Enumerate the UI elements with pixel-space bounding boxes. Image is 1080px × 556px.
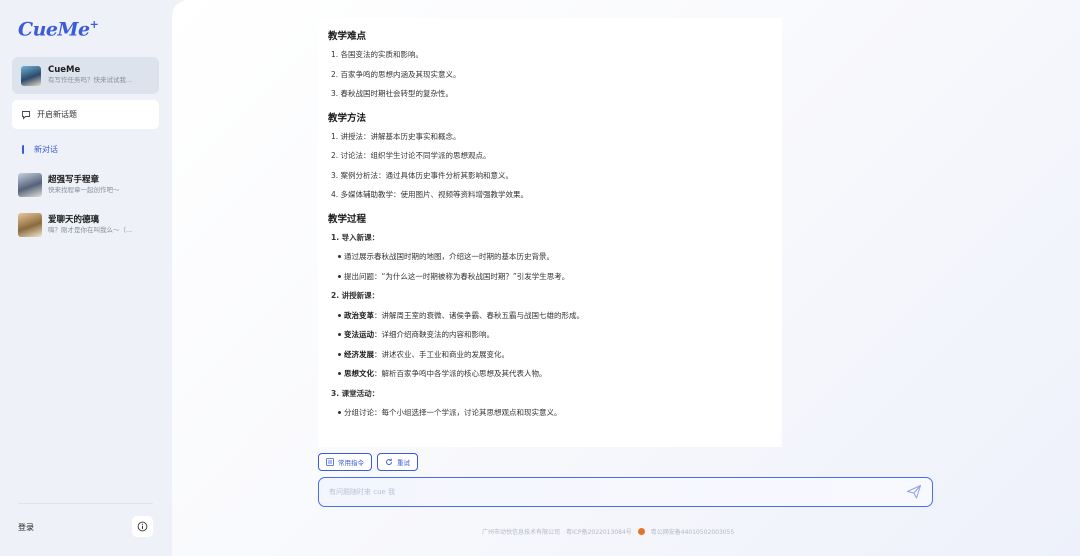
icp-link[interactable]: 粤ICP备2022013084号: [566, 527, 632, 536]
new-topic-label: 开启新话题: [37, 110, 77, 119]
list-item: 2. 讨论法：组织学生讨论不同学派的思想观点。: [331, 151, 491, 160]
sidebar-divider: [18, 503, 153, 504]
refresh-icon: [386, 458, 392, 465]
chat-name: CueMe: [48, 65, 81, 76]
new-topic-icon: [22, 110, 30, 120]
commands-icon: [326, 458, 334, 466]
new-topic-button[interactable]: 开启新话题: [12, 100, 159, 129]
agent-subtitle: 嗨？刚才是你在叫我么～（...: [48, 225, 133, 234]
list-item: 3. 课堂活动：: [331, 388, 380, 398]
agent-name: 爱聊天的德璃: [48, 214, 100, 225]
main-panel: 教学难点 1. 各国变法的实质和影响。 2. 百家争鸣的思想内涵及其现实意义。 …: [172, 0, 1080, 556]
action-buttons: 常用指令 重试: [318, 453, 418, 471]
response-message: 教学难点 1. 各国变法的实质和影响。 2. 百家争鸣的思想内涵及其现实意义。 …: [318, 18, 782, 447]
section-title: 教学难点: [328, 31, 367, 42]
list-item: 1. 导入新课：: [331, 232, 380, 242]
info-icon: [137, 521, 148, 532]
list-item: 1. 讲授法：讲解基本历史事实和概念。: [331, 131, 461, 141]
chat-subtitle: 有写作任务吗？快来试试我...: [48, 76, 133, 85]
list-item: 3. 春秋战国时期社会转型的复杂性。: [331, 89, 454, 98]
list-item: 1. 各国变法的实质和影响。: [331, 50, 424, 59]
retry-button[interactable]: 重试: [377, 453, 418, 471]
police-link[interactable]: 粤公网安备44010502003055: [651, 527, 734, 536]
send-icon[interactable]: [906, 484, 922, 500]
login-link[interactable]: 登录: [18, 522, 34, 533]
common-commands-button[interactable]: 常用指令: [318, 453, 372, 471]
list-item: 2. 讲授新课：: [331, 291, 380, 300]
bullet-item: 提出问题：“为什么这一时期被称为春秋战国时期？”引发学生思考。: [328, 272, 782, 281]
bullet-item: 思想文化：解析百家争鸣中各学派的核心思想及其代表人物。: [328, 370, 782, 378]
info-button[interactable]: [132, 516, 153, 537]
chat-input-box: [318, 477, 933, 507]
cueme-avatar: [21, 65, 41, 86]
section-title: 教学过程: [328, 213, 367, 225]
bullet-item: 分组讨论：每个小组选择一个学派，讨论其思想观点和现实意义。: [328, 409, 782, 417]
current-chat-item[interactable]: CueMe 有写作任务吗？快来试试我...: [12, 57, 159, 94]
active-indicator: [22, 145, 24, 154]
bullet-item: 变法运动：详细介绍商鞅变法的内容和影响。: [328, 331, 782, 339]
new-chat-link[interactable]: 新对话: [22, 144, 58, 155]
bullet-item: 政治变革：讲解周王室的衰微、诸侯争霸、春秋五霸与战国七雄的形成。: [328, 311, 782, 320]
agent-item-writer[interactable]: 超强写手程章 快来找程章一起创作吧～: [18, 173, 120, 197]
bullet-item: 通过展示春秋战国时期的地图，介绍这一时期的基本历史背景。: [328, 253, 782, 261]
agent-item-chatter[interactable]: 爱聊天的德璃 嗨？刚才是你在叫我么～（...: [18, 213, 132, 237]
chatter-avatar: [18, 213, 42, 237]
company-name: 广州市动悦信息技术有限公司: [482, 529, 561, 536]
agent-name: 超强写手程章: [48, 174, 100, 185]
writer-avatar: [18, 173, 42, 197]
footer: 广州市动悦信息技术有限公司 粤ICP备2022013084号 粤公网安备4401…: [482, 527, 734, 536]
list-item: 4. 多媒体辅助教学：使用图片、视频等资料增强教学效果。: [331, 190, 529, 199]
cueme-logo[interactable]: CueMe+: [18, 18, 99, 40]
bullet-item: 经济发展：讲述农业、手工业和商业的发展变化。: [328, 350, 782, 359]
list-item: 2. 百家争鸣的思想内涵及其现实意义。: [331, 69, 461, 79]
sidebar: CueMe+ CueMe 有写作任务吗？快来试试我... 开启新话题 新对话 超…: [0, 0, 172, 556]
police-badge-icon: [637, 528, 645, 535]
list-item: 3. 案例分析法：通过具体历史事件分析其影响和意义。: [331, 170, 514, 180]
chat-input[interactable]: [329, 488, 906, 496]
section-title: 教学方法: [328, 112, 367, 124]
agent-subtitle: 快来找程章一起创作吧～: [48, 185, 120, 194]
new-chat-label: 新对话: [34, 145, 58, 154]
